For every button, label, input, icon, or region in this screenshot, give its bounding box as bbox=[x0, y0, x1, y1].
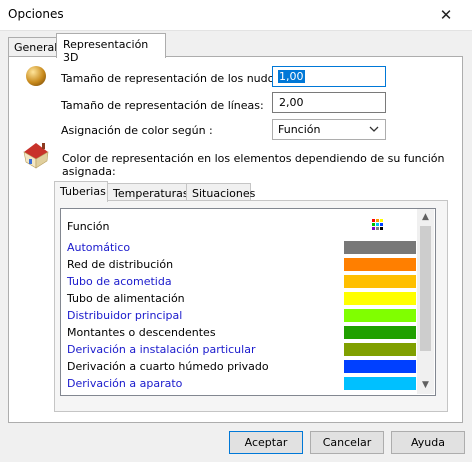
tab-general-label: General bbox=[14, 41, 58, 54]
list-item-label: Tubo de acometida bbox=[67, 275, 172, 288]
color-swatch[interactable] bbox=[344, 326, 416, 339]
color-swatch[interactable] bbox=[344, 292, 416, 305]
title-divider bbox=[0, 30, 472, 31]
color-swatch[interactable] bbox=[344, 309, 416, 322]
list-item[interactable]: Distribuidor principal bbox=[61, 307, 416, 324]
color-swatch[interactable] bbox=[344, 377, 416, 390]
list-item[interactable]: Derivación a cuarto húmedo privado bbox=[61, 358, 416, 375]
vertical-scrollbar[interactable]: ▲ ▼ bbox=[417, 209, 434, 394]
tab-representacion-3d[interactable]: Representación 3D bbox=[56, 33, 166, 64]
nodes-size-input[interactable]: 1,00 bbox=[272, 66, 386, 87]
list-item-label: Derivación a instalación particular bbox=[67, 343, 256, 356]
scroll-down-icon[interactable]: ▼ bbox=[417, 377, 434, 394]
nodes-size-value: 1,00 bbox=[278, 70, 305, 83]
list-item-label: Distribuidor principal bbox=[67, 309, 183, 322]
subtab-situaciones-label: Situaciones bbox=[192, 187, 256, 200]
lines-size-label: Tamaño de representación de líneas: bbox=[61, 99, 264, 112]
cancel-button[interactable]: Cancelar bbox=[310, 431, 384, 454]
description-text: Color de representación en los elementos… bbox=[62, 152, 445, 178]
subtab-temperaturas-label: Temperaturas bbox=[113, 187, 189, 200]
list-item[interactable]: Tubo de alimentación bbox=[61, 290, 416, 307]
close-icon[interactable]: ✕ bbox=[437, 6, 455, 24]
color-swatch[interactable] bbox=[344, 241, 416, 254]
lines-size-input[interactable]: 2,00 bbox=[272, 92, 386, 113]
list-item[interactable]: Derivación a instalación particular bbox=[61, 341, 416, 358]
title-bar bbox=[0, 0, 472, 30]
color-swatch[interactable] bbox=[344, 275, 416, 288]
scroll-up-icon[interactable]: ▲ bbox=[417, 209, 434, 226]
list-item[interactable]: Derivación a aparato bbox=[61, 375, 416, 392]
color-assignment-value: Función bbox=[278, 123, 321, 136]
list-item[interactable]: Automático bbox=[61, 239, 416, 256]
list-item-label: Montantes o descendentes bbox=[67, 326, 216, 339]
tab-representacion-3d-label: Representación 3D bbox=[63, 38, 149, 64]
list-item[interactable]: Montantes o descendentes bbox=[61, 324, 416, 341]
function-list[interactable]: Función Automático Red de distribución Tub… bbox=[60, 208, 436, 396]
list-item-label: Automático bbox=[67, 241, 131, 254]
accept-button[interactable]: Aceptar bbox=[229, 431, 303, 454]
color-swatch[interactable] bbox=[344, 360, 416, 373]
list-item[interactable]: Tubo de acometida bbox=[61, 273, 416, 290]
chevron-down-icon bbox=[369, 126, 379, 132]
color-palette-icon[interactable] bbox=[372, 219, 384, 231]
house-icon bbox=[23, 143, 49, 169]
subtab-tuberias[interactable]: Tuberias bbox=[54, 181, 108, 202]
list-item-label: Tubo de alimentación bbox=[67, 292, 185, 305]
color-swatch[interactable] bbox=[344, 343, 416, 356]
list-item-label: Derivación a cuarto húmedo privado bbox=[67, 360, 269, 373]
accept-button-label: Aceptar bbox=[244, 436, 288, 449]
color-assignment-select[interactable]: Función bbox=[272, 119, 386, 140]
tab-general[interactable]: General bbox=[8, 37, 58, 57]
cancel-button-label: Cancelar bbox=[322, 436, 372, 449]
help-button[interactable]: Ayuda bbox=[391, 431, 465, 454]
nodes-size-label: Tamaño de representación de los nudos: bbox=[61, 72, 284, 85]
lines-size-value: 2,00 bbox=[279, 96, 304, 109]
help-button-label: Ayuda bbox=[411, 436, 445, 449]
sphere-icon bbox=[26, 66, 46, 86]
list-item-label: Derivación a aparato bbox=[67, 377, 183, 390]
list-header: Función bbox=[61, 209, 416, 239]
subtab-tuberias-label: Tuberias bbox=[60, 185, 106, 198]
window-title: Opciones bbox=[8, 7, 64, 21]
list-item[interactable]: Red de distribución bbox=[61, 256, 416, 273]
color-assignment-label: Asignación de color según : bbox=[61, 124, 213, 137]
list-item-label: Red de distribución bbox=[67, 258, 174, 271]
column-header-funcion: Función bbox=[67, 220, 110, 233]
scroll-thumb[interactable] bbox=[420, 226, 431, 351]
color-swatch[interactable] bbox=[344, 258, 416, 271]
